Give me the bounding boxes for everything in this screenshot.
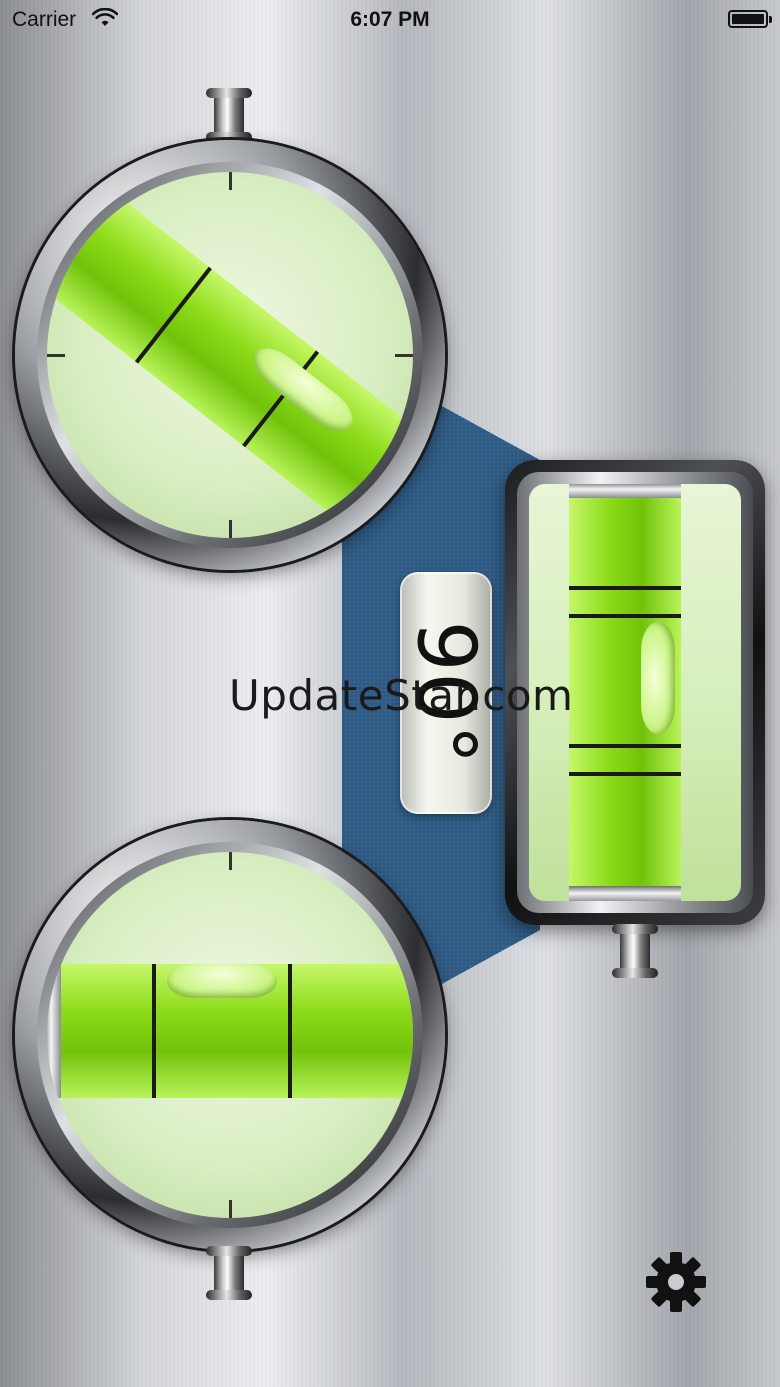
bottom-circle-bubble — [167, 964, 277, 998]
bottom-circle-vial — [47, 964, 413, 1098]
top-circle-face — [47, 172, 413, 538]
right-rect-pin — [612, 924, 658, 978]
top-circle-pin — [206, 88, 252, 142]
bottom-circle-face — [47, 852, 413, 1218]
right-rect-bubble — [641, 622, 675, 734]
gear-icon[interactable] — [644, 1250, 708, 1314]
watermark: UpdateStar.com — [229, 671, 574, 720]
top-circle-vial — [47, 180, 413, 534]
top-circle-level — [15, 140, 445, 570]
bottom-circle-level — [15, 820, 445, 1250]
bottom-circle-pin — [206, 1246, 252, 1300]
right-rect-vial — [569, 484, 681, 901]
